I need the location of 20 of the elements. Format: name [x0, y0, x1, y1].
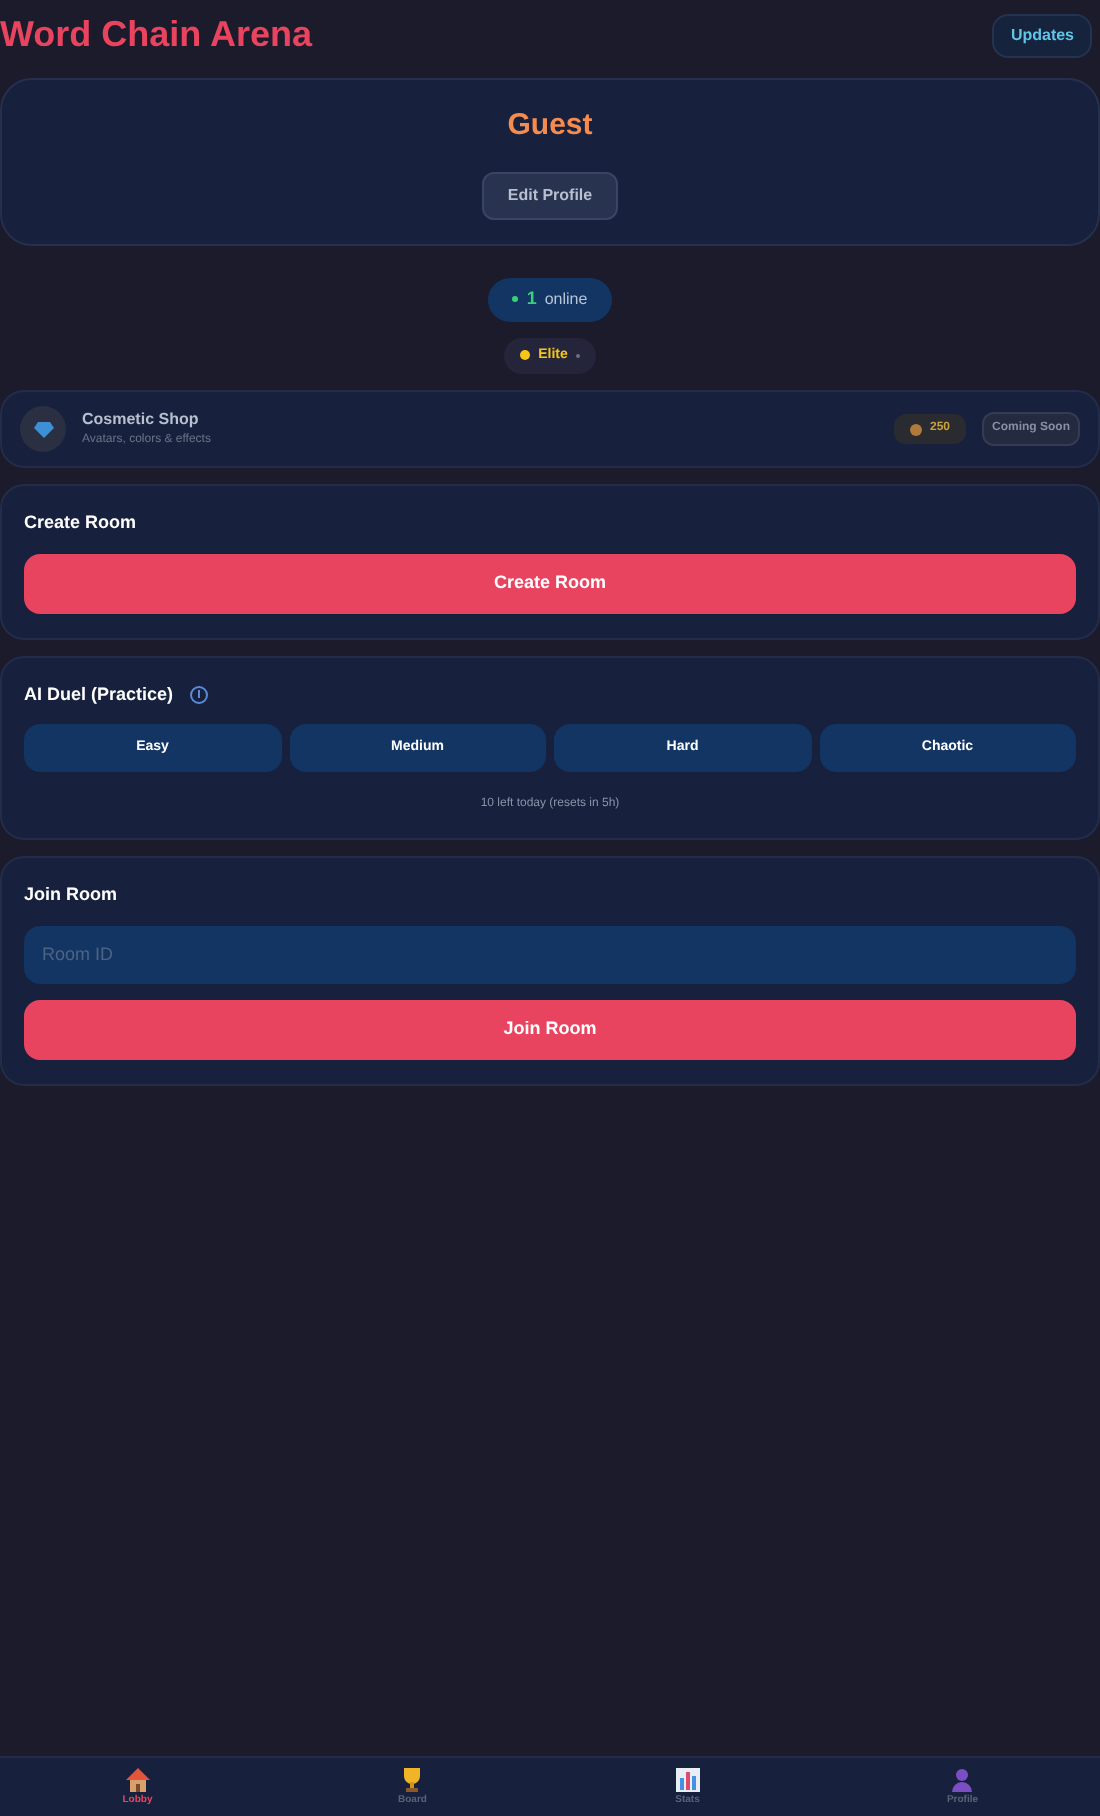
gem-icon	[20, 406, 66, 452]
room-id-field[interactable]: Room ID	[24, 925, 1076, 983]
section-title: AI Duel (Practice)	[24, 681, 174, 708]
create-room-button[interactable]: Create Room	[24, 553, 1076, 613]
profile-name: Guest	[507, 105, 593, 146]
app-title: Word Chain Arena	[0, 12, 313, 58]
person-icon	[948, 1765, 977, 1794]
house-icon	[123, 1765, 152, 1794]
online-label: online	[544, 287, 588, 312]
caret-icon	[575, 353, 580, 358]
bar-chart-icon	[673, 1765, 702, 1794]
coin-icon	[909, 423, 922, 435]
edit-profile-button[interactable]: Edit Profile	[481, 172, 619, 221]
section-title: Create Room	[24, 510, 139, 536]
join-room-button[interactable]: Join Room	[24, 999, 1076, 1059]
section-title: Join Room	[24, 882, 119, 908]
info-icon[interactable]	[189, 685, 208, 704]
updates-button[interactable]: Updates	[992, 13, 1092, 57]
shop-title: Cosmetic Shop	[82, 408, 201, 432]
online-count: 1	[526, 286, 537, 312]
